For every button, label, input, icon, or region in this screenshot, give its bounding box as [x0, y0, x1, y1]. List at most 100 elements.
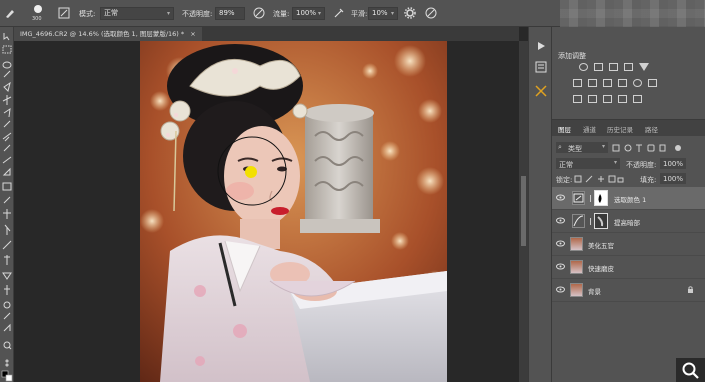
layer-opacity-input[interactable]: 100%	[660, 158, 686, 169]
document-canvas-image[interactable]	[140, 41, 447, 382]
smoothing-input[interactable]: 10% ▾	[368, 7, 398, 20]
healing-tool[interactable]	[2, 109, 12, 119]
levels-icon[interactable]	[594, 63, 603, 71]
gear-icon[interactable]	[404, 7, 416, 19]
pressure-opacity-icon[interactable]	[253, 7, 265, 19]
posterize-icon[interactable]	[588, 95, 597, 103]
gradient-map-icon[interactable]	[618, 95, 627, 103]
layers-panel: 图层 通道 历史记录 路径 ⌕ 类型 ▾ 正常 ▾ 不透明度: 100% 锁定:…	[552, 119, 705, 382]
move-tool[interactable]	[2, 33, 12, 43]
flow-input[interactable]: 100% ▾	[292, 7, 325, 20]
tab-paths[interactable]: 路径	[645, 124, 658, 134]
adjustments-title: 添加调整	[558, 52, 586, 60]
threshold-icon[interactable]	[603, 95, 612, 103]
eye-icon[interactable]	[556, 217, 565, 224]
play-icon[interactable]	[535, 40, 547, 54]
mode-select[interactable]: 正常 ▾	[100, 7, 174, 20]
layer-thumbnail	[570, 260, 583, 274]
brush-preset-picker[interactable]	[30, 4, 46, 16]
edit-toolbar[interactable]	[2, 313, 12, 323]
lasso-tool[interactable]	[2, 61, 12, 71]
fill-value: 100%	[663, 175, 684, 183]
channel-mixer-icon[interactable]	[633, 79, 642, 87]
lock-icon	[687, 286, 694, 296]
bw-icon[interactable]	[603, 79, 612, 87]
dodge-tool[interactable]	[2, 197, 12, 207]
curves-icon[interactable]	[609, 63, 618, 71]
layer-filter-select[interactable]: ⌕ 类型 ▾	[556, 142, 608, 153]
color-balance-icon[interactable]	[588, 79, 597, 87]
layer-row-background[interactable]: 背景	[552, 279, 705, 302]
document-tab[interactable]: IMG_4696.CR2 @ 14.6% (选取颜色 1, 图层蒙版/16) *…	[14, 27, 202, 41]
pen-tool[interactable]	[2, 209, 12, 219]
blend-mode-value: 正常	[559, 161, 573, 169]
scrollbar-thumb[interactable]	[521, 176, 526, 246]
eyedropper-tool[interactable]	[2, 95, 12, 105]
invert-icon[interactable]	[573, 95, 582, 103]
layer-name: 选取颜色 1	[614, 196, 647, 204]
vibrance-icon[interactable]	[639, 63, 649, 71]
canvas-vertical-scrollbar[interactable]	[519, 41, 528, 382]
filter-icons	[612, 144, 682, 155]
quick-mask-tool[interactable]	[2, 325, 12, 335]
chain-link-icon[interactable]	[588, 195, 593, 204]
color-swatches[interactable]	[2, 371, 12, 381]
layer-mask-thumbnail[interactable]	[594, 213, 608, 229]
airbrush-icon[interactable]	[333, 7, 345, 19]
blur-tool[interactable]	[2, 183, 12, 193]
gradient-tool[interactable]	[2, 169, 12, 179]
adjustments-tool-icon[interactable]	[534, 84, 548, 100]
lock-label: 锁定:	[556, 176, 573, 184]
layer-row-lift-shadows[interactable]: 提高暗部	[552, 210, 705, 233]
history-brush-tool[interactable]	[2, 145, 12, 155]
stamp-tool[interactable]	[2, 133, 12, 143]
curves-layer-icon	[572, 214, 585, 228]
layer-thumbnail	[570, 237, 583, 251]
photo-filter-icon[interactable]	[618, 79, 627, 87]
shape-tool[interactable]	[2, 255, 12, 265]
crop-tool[interactable]	[2, 83, 12, 93]
tools-panel	[0, 27, 14, 382]
chain-link-icon[interactable]	[588, 218, 593, 227]
tab-layers[interactable]: 图层	[558, 124, 571, 134]
pressure-size-icon[interactable]	[425, 7, 437, 19]
brush-settings-icon[interactable]	[58, 7, 70, 19]
brush-tool-icon[interactable]	[4, 7, 16, 19]
opacity-input[interactable]: 89%	[215, 7, 245, 20]
layer-row-selective-color[interactable]: 选取颜色 1	[552, 187, 705, 210]
zoom-tool[interactable]	[2, 301, 12, 311]
layer-row-quick-smoothing[interactable]: 快速磨皮	[552, 256, 705, 279]
tab-channels[interactable]: 通道	[583, 124, 596, 134]
eye-icon[interactable]	[556, 240, 565, 247]
layer-row-beautify-features[interactable]: 美化五官	[552, 233, 705, 256]
fill-input[interactable]: 100%	[660, 173, 686, 184]
hue-sat-icon[interactable]	[573, 79, 582, 87]
selective-color-icon[interactable]	[633, 95, 642, 103]
search-button[interactable]	[676, 358, 705, 382]
eye-icon[interactable]	[556, 263, 565, 270]
color-lookup-icon[interactable]	[648, 79, 657, 87]
brightness-icon[interactable]	[579, 63, 588, 71]
hand-tool[interactable]	[2, 271, 12, 281]
properties-icon[interactable]	[534, 60, 548, 76]
eraser-tool[interactable]	[2, 157, 12, 167]
close-icon[interactable]: ×	[190, 30, 195, 38]
marquee-tool[interactable]	[2, 46, 12, 56]
opacity-value: 89%	[219, 9, 235, 17]
layer-mask-thumbnail[interactable]	[594, 190, 608, 206]
path-select-tool[interactable]	[2, 241, 12, 251]
eye-icon[interactable]	[556, 286, 565, 293]
blend-mode-select[interactable]: 正常 ▾	[556, 158, 620, 169]
layer-name: 背景	[588, 288, 601, 296]
flow-value: 100%	[296, 9, 317, 17]
lock-icons[interactable]	[574, 175, 624, 185]
rotate-view-tool[interactable]	[2, 285, 12, 295]
quick-select-tool[interactable]	[2, 71, 12, 81]
eye-icon[interactable]	[556, 194, 565, 201]
exposure-icon[interactable]	[624, 63, 633, 71]
fill-label: 填充:	[640, 176, 657, 184]
search-tool[interactable]	[2, 341, 12, 351]
brush-tool[interactable]	[2, 121, 12, 131]
tab-history[interactable]: 历史记录	[607, 124, 633, 134]
type-tool[interactable]	[2, 225, 12, 235]
